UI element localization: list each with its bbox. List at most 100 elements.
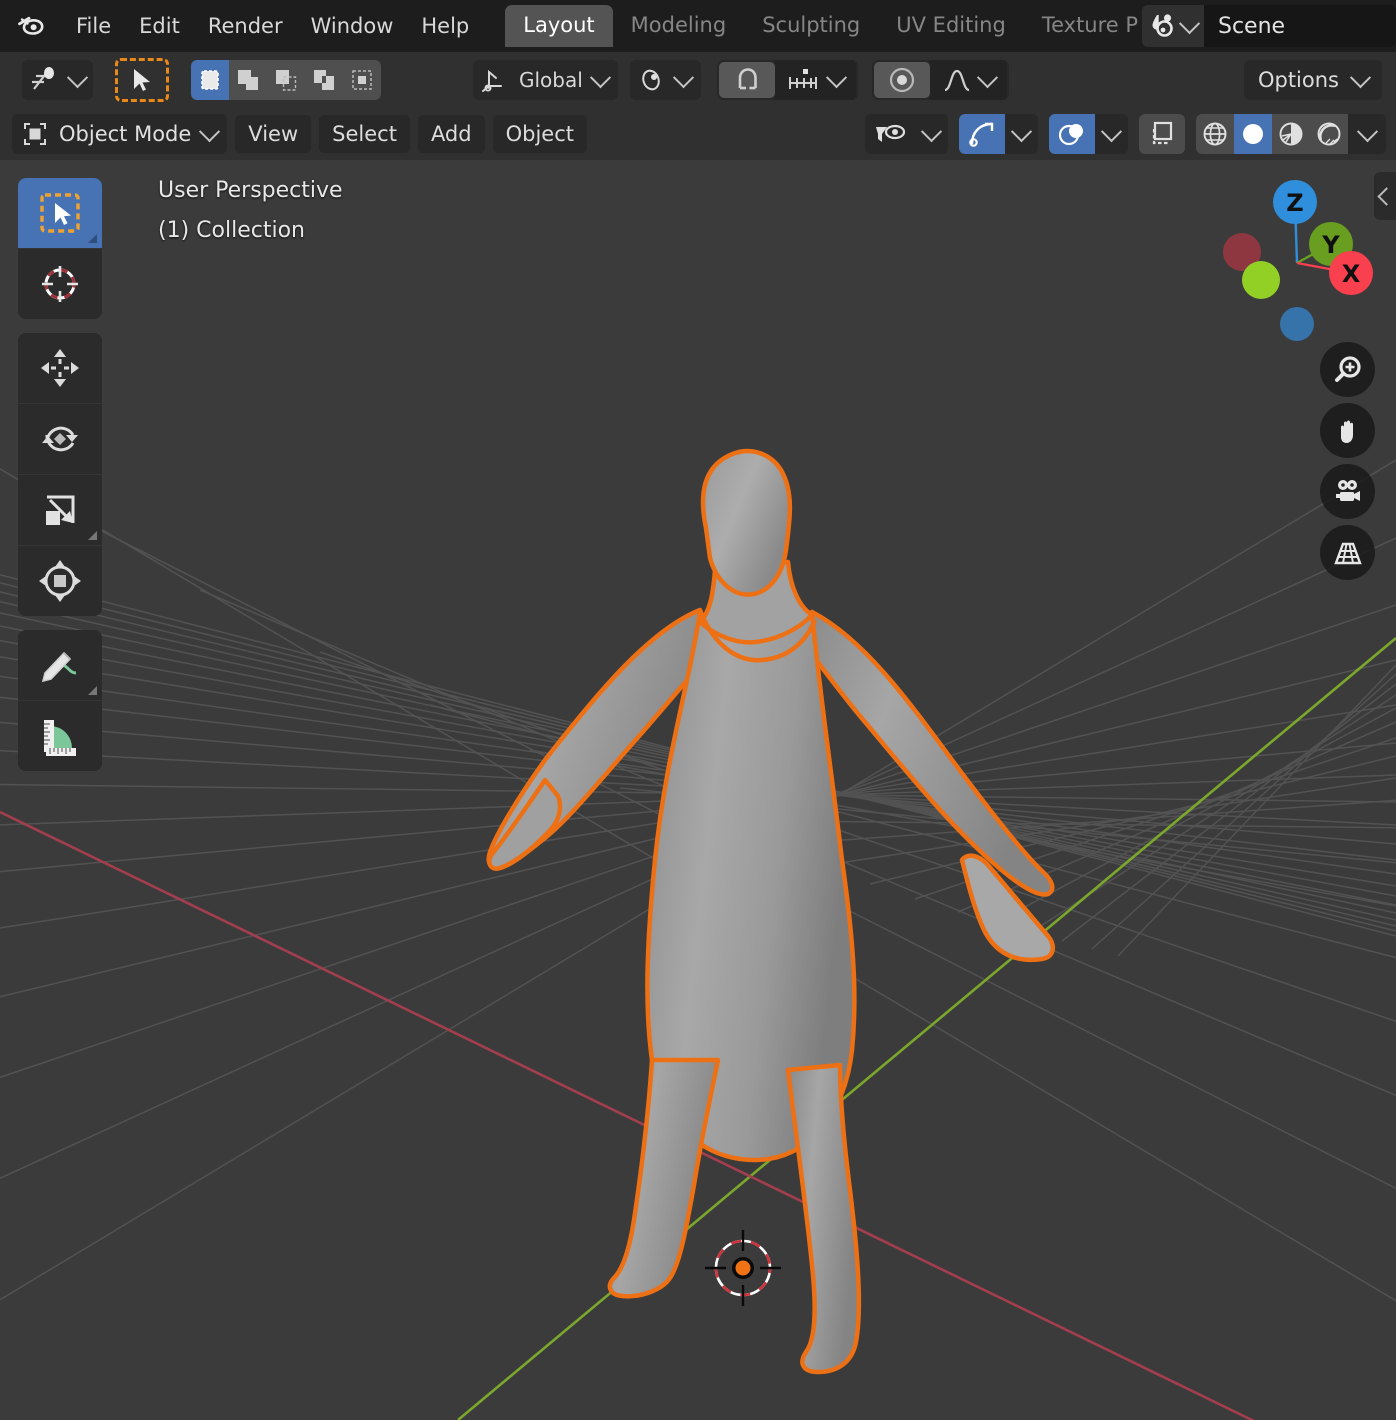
intersect-selection-button[interactable] xyxy=(343,60,381,100)
menu-help[interactable]: Help xyxy=(407,9,483,43)
material-preview-shading-button[interactable] xyxy=(1272,114,1310,154)
wireframe-shading-button[interactable] xyxy=(1196,114,1234,154)
zoom-button[interactable] xyxy=(1320,342,1375,397)
pan-button[interactable] xyxy=(1320,403,1375,458)
transform-tool-button[interactable] xyxy=(18,545,102,616)
menu-file[interactable]: File xyxy=(62,9,125,43)
scene-selector[interactable]: Scene xyxy=(1142,5,1396,47)
gizmo-chevron[interactable] xyxy=(1005,114,1038,154)
chevron-down-icon xyxy=(673,67,694,88)
workspace-tab-layout[interactable]: Layout xyxy=(505,5,612,47)
subtract-selection-button[interactable] xyxy=(267,60,305,100)
interaction-mode-label: Object Mode xyxy=(59,122,191,146)
tweak-tool-button[interactable] xyxy=(18,178,102,248)
move-tool-button[interactable] xyxy=(18,333,102,403)
transform-orientation-label: Global xyxy=(519,68,583,92)
chevron-left-icon xyxy=(1377,187,1395,205)
toolbar-group-annotate xyxy=(18,630,102,771)
overlays-group xyxy=(1049,114,1128,154)
top-bar: File Edit Render Window Help Layout Mode… xyxy=(0,0,1396,52)
viewport-header: Object Mode View Select Add Object xyxy=(0,108,1396,160)
gizmo-axis-x-label: X xyxy=(1342,260,1361,288)
magnet-icon[interactable] xyxy=(719,62,775,98)
workspace-tab-sculpting[interactable]: Sculpting xyxy=(744,5,878,47)
workspace-tab-modeling[interactable]: Modeling xyxy=(613,5,745,47)
chevron-down-icon xyxy=(1356,121,1377,142)
blender-logo-icon[interactable] xyxy=(16,10,48,42)
open-sidebar-toggle[interactable] xyxy=(1374,172,1396,220)
gizmo-toggle-button[interactable] xyxy=(959,114,1005,154)
scale-tool-button[interactable] xyxy=(18,474,102,545)
3d-viewport[interactable]: User Perspective (1) Collection xyxy=(0,160,1396,1420)
viewport-menu-view[interactable]: View xyxy=(235,115,311,153)
annotate-tool-button[interactable] xyxy=(18,630,102,700)
measure-tool-button[interactable] xyxy=(18,700,102,771)
toggle-perspective-button[interactable] xyxy=(1320,525,1375,580)
menu-edit[interactable]: Edit xyxy=(125,9,194,43)
set-new-selection-button[interactable] xyxy=(191,60,229,100)
viewport-toolbar xyxy=(18,178,102,771)
visibility-chevron[interactable] xyxy=(915,114,948,154)
rotate-icon xyxy=(37,416,83,462)
object-type-visibility-icon[interactable] xyxy=(865,114,915,154)
overlays-chevron[interactable] xyxy=(1095,114,1128,154)
hand-icon xyxy=(1332,415,1364,447)
annotate-pencil-icon xyxy=(36,643,84,687)
xray-group xyxy=(1139,114,1185,154)
snap-increment-icon[interactable] xyxy=(775,60,856,100)
chevron-down-icon xyxy=(199,121,220,142)
chevron-down-icon xyxy=(1011,121,1032,142)
smooth-falloff-icon[interactable] xyxy=(930,60,1007,100)
scene-name-field[interactable]: Scene xyxy=(1204,5,1396,47)
invert-selection-button[interactable] xyxy=(305,60,343,100)
tool-tweak-indicator[interactable] xyxy=(115,58,169,102)
menu-render[interactable]: Render xyxy=(194,9,297,43)
proportional-edit-icon[interactable] xyxy=(874,62,930,98)
extend-selection-button[interactable] xyxy=(229,60,267,100)
workspace-tabs: Layout Modeling Sculpting UV Editing Tex… xyxy=(505,4,1156,48)
options-label: Options xyxy=(1258,68,1339,92)
viewport-menu-object[interactable]: Object xyxy=(493,115,587,153)
camera-view-button[interactable] xyxy=(1320,464,1375,519)
workspace-tab-uv-editing[interactable]: UV Editing xyxy=(878,5,1024,47)
chevron-down-icon xyxy=(67,67,88,88)
rotate-tool-button[interactable] xyxy=(18,403,102,474)
viewport-navigation-buttons xyxy=(1320,342,1375,580)
object-mode-icon xyxy=(22,121,48,147)
workspace-tab-texture-paint[interactable]: Texture P xyxy=(1024,5,1156,47)
measure-ruler-icon xyxy=(36,714,84,758)
transform-icon xyxy=(37,558,83,604)
toolbar-group-transform xyxy=(18,333,102,616)
options-dropdown[interactable]: Options xyxy=(1244,60,1382,100)
tweak-cursor-icon[interactable] xyxy=(24,62,91,98)
orientation-axes-icon xyxy=(481,66,509,94)
chevron-down-icon xyxy=(590,67,611,88)
gizmo-axis-neg-z xyxy=(1280,307,1314,341)
navigation-gizmo[interactable]: Z Y X xyxy=(1216,174,1384,342)
viewport-header-right-controls xyxy=(865,114,1386,154)
gizmo-axis-y-label: Y xyxy=(1321,231,1340,259)
viewport-menu-add[interactable]: Add xyxy=(418,115,485,153)
transform-orientation-dropdown[interactable]: Global xyxy=(473,60,618,100)
3d-cursor-icon xyxy=(37,261,83,307)
pivot-point-icon xyxy=(638,66,666,94)
xray-toggle-button[interactable] xyxy=(1139,114,1185,154)
cursor-tool-button[interactable] xyxy=(18,248,102,319)
interaction-mode-dropdown[interactable]: Object Mode xyxy=(12,114,227,154)
gizmo-axis-z-label: Z xyxy=(1286,189,1303,217)
solid-shading-button[interactable] xyxy=(1234,114,1272,154)
cursor-arrow-icon xyxy=(38,191,82,235)
visibility-dropdown[interactable] xyxy=(865,114,948,154)
active-tool-group xyxy=(22,60,93,100)
toolbar-group-select xyxy=(18,178,102,319)
move-arrows-icon xyxy=(37,345,83,391)
proportional-editing-group xyxy=(872,60,1009,100)
pivot-point-dropdown[interactable] xyxy=(630,60,701,100)
scene-data-icon[interactable] xyxy=(1142,5,1204,47)
menu-window[interactable]: Window xyxy=(297,9,408,43)
rendered-shading-button[interactable] xyxy=(1310,114,1348,154)
viewport-shading-group xyxy=(1196,114,1386,154)
shading-chevron[interactable] xyxy=(1348,114,1386,154)
overlays-toggle-button[interactable] xyxy=(1049,114,1095,154)
viewport-menu-select[interactable]: Select xyxy=(319,115,410,153)
